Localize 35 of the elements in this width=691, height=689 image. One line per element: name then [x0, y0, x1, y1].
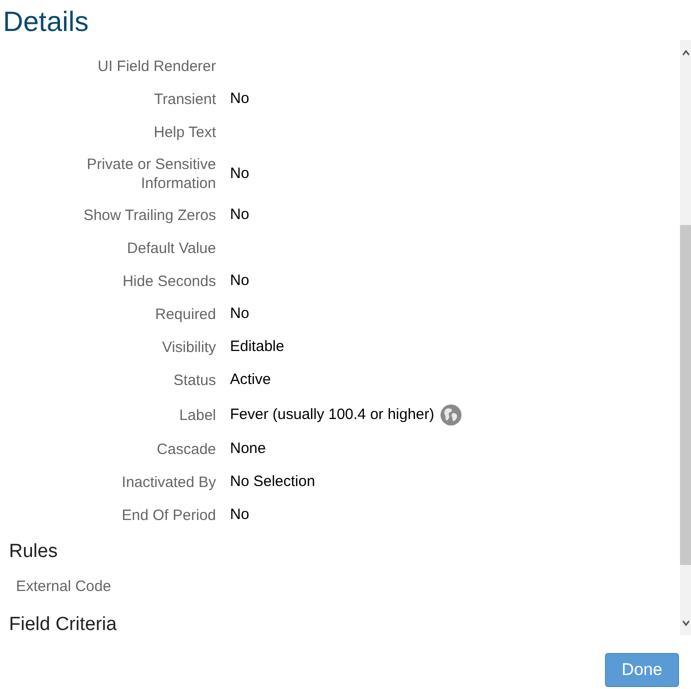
done-button[interactable]: Done [605, 653, 679, 687]
field-label: Transient [153, 90, 216, 109]
scrollbar-thumb[interactable] [680, 225, 691, 565]
section-heading: Field Criteria [8, 613, 118, 635]
dialog-title: Details [3, 5, 89, 39]
field-label: End Of Period [120, 506, 216, 525]
section-heading: Rules [8, 540, 59, 564]
field-label: Label [178, 406, 216, 424]
field-label: Cascade [156, 440, 216, 459]
field-value: No [230, 89, 250, 110]
field-label: UI Field Renderer [96, 57, 216, 76]
field-value: No [230, 304, 250, 324]
field-value: Active [230, 370, 271, 390]
globe-icon[interactable] [440, 404, 462, 426]
field-value: None [230, 439, 266, 460]
field-label: Help Text [152, 123, 216, 142]
field-value: No [230, 164, 250, 184]
field-label: Hide Seconds [122, 272, 216, 291]
field-label: Visibility [161, 338, 216, 357]
scrollbar[interactable] [680, 40, 691, 635]
field-label: Default Value [126, 239, 216, 258]
field-value: Fever (usually 100.4 or higher) [230, 404, 434, 425]
field-label: Private or Sensitive Information [86, 155, 216, 193]
field-label: Inactivated By [120, 473, 216, 492]
scroll-up-icon[interactable] [682, 50, 690, 56]
field-value: No Selection [230, 472, 316, 492]
field-label: Required [154, 305, 216, 324]
field-value: No [230, 271, 250, 292]
field-value: Editable [230, 337, 284, 358]
field-value: No [230, 205, 250, 226]
scroll-down-icon[interactable] [682, 620, 690, 626]
field-label: Show Trailing Zeros [82, 206, 216, 225]
field-value: No [230, 505, 250, 526]
field-label: Status [172, 371, 216, 390]
field-label: External Code [15, 577, 112, 597]
